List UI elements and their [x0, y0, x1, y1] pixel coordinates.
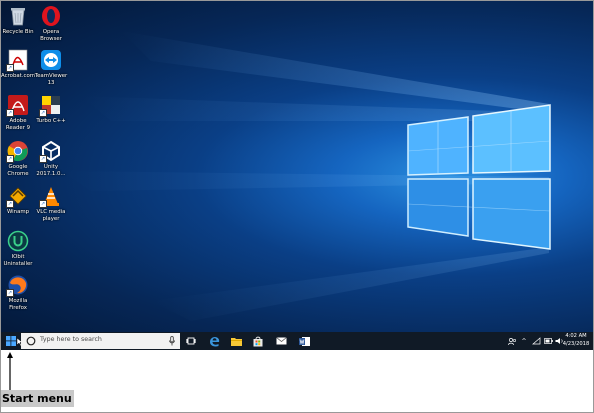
desktop-icon-chrome[interactable]: ↗ Google Chrome	[1, 140, 35, 177]
desktop-icon-recycle-bin[interactable]: Recycle Bin	[1, 5, 35, 36]
clock-time: 4:02 AM	[565, 333, 587, 339]
file-explorer-icon	[230, 337, 242, 346]
microphone-icon[interactable]	[169, 336, 175, 346]
wallpaper-light-beams	[61, 31, 551, 321]
turbo-cpp-icon: ↗	[39, 94, 62, 117]
teamviewer-icon	[40, 49, 62, 71]
desktop-icon-label: Turbo C++	[36, 118, 66, 124]
desktop-icon-iobit[interactable]: IObit Uninstaller	[1, 230, 35, 267]
vlc-icon: ↗	[39, 185, 62, 208]
annotation-arrow-icon	[7, 352, 13, 392]
store-icon	[253, 336, 263, 346]
desktop-icon-teamviewer[interactable]: TeamViewer 13	[34, 49, 68, 86]
desktop: Recycle Bin Opera Browser ↗ Acrobat.com …	[1, 1, 593, 332]
shortcut-arrow-icon: ↗	[39, 200, 47, 208]
battery-icon	[543, 338, 553, 344]
file-explorer-button[interactable]	[229, 332, 243, 350]
desktop-icon-label: Opera Browser	[40, 29, 62, 42]
desktop-icon-winamp[interactable]: ↗ Winamp	[1, 185, 35, 216]
desktop-icon-label: Unity 2017.1.0...	[36, 164, 66, 177]
shortcut-arrow-icon: ↗	[6, 109, 14, 117]
people-icon	[507, 337, 516, 345]
desktop-icon-firefox[interactable]: ↗ Mozilla Firefox	[1, 274, 35, 311]
desktop-icon-label: Mozilla Firefox	[8, 298, 28, 311]
desktop-icon-turbo-cpp[interactable]: ↗ Turbo C++	[34, 94, 68, 125]
windows-start-icon	[6, 336, 16, 346]
shortcut-arrow-icon: ↗	[39, 155, 47, 163]
desktop-icon-label: IObit Uninstaller	[3, 254, 33, 267]
chrome-icon: ↗	[6, 140, 29, 163]
search-box[interactable]: Type here to search	[21, 333, 180, 349]
taskbar: Type here to search ^ 4:02 AM 4/23/2018	[1, 332, 593, 350]
clock-date: 4/23/2018	[562, 340, 590, 347]
shortcut-arrow-icon: ↗	[39, 109, 47, 117]
winamp-icon: ↗	[6, 185, 29, 208]
desktop-icon-vlc[interactable]: ↗ VLC media player	[34, 185, 68, 222]
adobe-reader-icon: ↗	[6, 94, 29, 117]
search-placeholder: Type here to search	[40, 336, 102, 343]
unity-icon: ↗	[39, 140, 62, 163]
desktop-icon-label: Adobe Reader 9	[5, 118, 31, 131]
network-button[interactable]	[531, 332, 541, 350]
word-icon	[298, 336, 310, 346]
chevron-up-icon: ^	[521, 337, 527, 345]
task-view-button[interactable]	[184, 332, 198, 350]
system-clock[interactable]: 4:02 AM 4/23/2018	[561, 333, 591, 348]
start-menu-caption: Start menu	[1, 390, 74, 407]
desktop-icon-label: VLC media player	[36, 209, 66, 222]
desktop-icon-label: Google Chrome	[7, 164, 29, 177]
mail-icon	[275, 337, 287, 345]
shortcut-arrow-icon: ↗	[6, 155, 14, 163]
battery-button[interactable]	[543, 332, 553, 350]
shortcut-arrow-icon: ↗	[6, 64, 14, 72]
shortcut-arrow-icon: ↗	[6, 200, 14, 208]
network-icon	[531, 337, 540, 345]
show-hidden-icons-button[interactable]: ^	[520, 332, 528, 350]
edge-icon	[209, 336, 219, 347]
opera-icon	[40, 5, 62, 27]
store-button[interactable]	[251, 332, 265, 350]
word-button[interactable]	[297, 332, 311, 350]
firefox-icon: ↗	[6, 274, 29, 297]
iobit-icon	[7, 230, 29, 252]
shortcut-arrow-icon: ↗	[6, 289, 14, 297]
mail-button[interactable]	[274, 332, 288, 350]
desktop-icon-label: Winamp	[6, 209, 30, 215]
task-view-icon	[186, 337, 196, 345]
edge-button[interactable]	[207, 332, 221, 350]
desktop-icon-label: Acrobat.com	[1, 73, 36, 79]
desktop-icon-adobe-reader[interactable]: ↗ Adobe Reader 9	[1, 94, 35, 131]
desktop-icon-opera[interactable]: Opera Browser	[34, 5, 68, 42]
cortana-circle-icon	[26, 336, 36, 346]
desktop-icon-unity[interactable]: ↗ Unity 2017.1.0...	[34, 140, 68, 177]
people-button[interactable]	[506, 332, 518, 350]
desktop-icon-label: TeamViewer 13	[34, 73, 68, 86]
desktop-icon-acrobat[interactable]: ↗ Acrobat.com	[1, 49, 35, 80]
desktop-icon-label: Recycle Bin	[2, 29, 34, 35]
acrobat-icon: ↗	[6, 49, 29, 72]
recycle-bin-icon	[7, 5, 29, 27]
